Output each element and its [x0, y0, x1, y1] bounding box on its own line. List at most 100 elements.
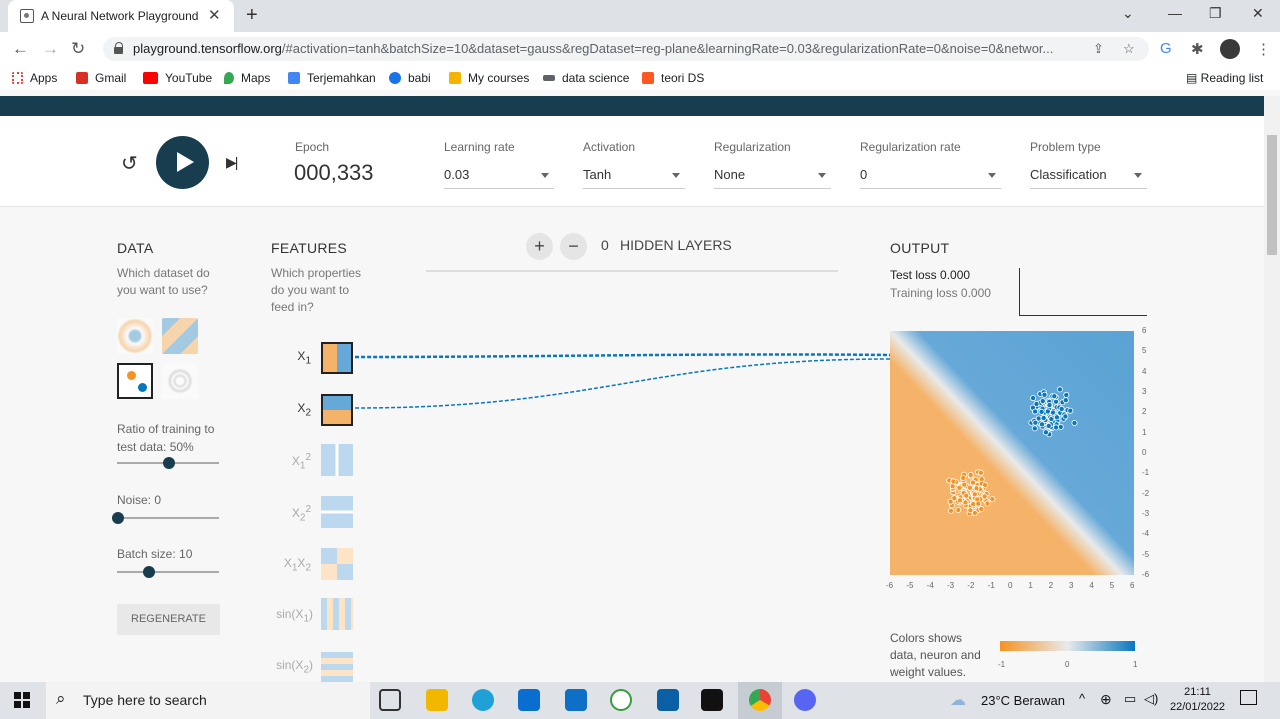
ratio-slider-knob[interactable]	[163, 457, 175, 469]
regularization-rate-select[interactable]: 0	[860, 167, 1001, 189]
data-point	[977, 469, 984, 476]
bookmark-apps[interactable]: Apps	[12, 71, 57, 85]
feature-sin-x1-node[interactable]	[321, 598, 353, 630]
activation-select[interactable]: Tanh	[583, 167, 685, 189]
noise-slider[interactable]	[117, 517, 219, 519]
weather-text[interactable]: 23°C Berawan	[981, 693, 1065, 708]
dataset-xor-icon[interactable]	[162, 318, 198, 354]
browser-tab[interactable]: A Neural Network Playground ✕	[8, 0, 234, 32]
volume-icon[interactable]: ◁)	[1144, 691, 1158, 707]
file-explorer-icon[interactable]	[426, 689, 448, 711]
batch-size-slider-knob[interactable]	[143, 566, 155, 578]
edge-icon[interactable]	[472, 689, 494, 711]
x-tick-label: -5	[906, 581, 914, 590]
clock[interactable]: 21:11 22/01/2022	[1170, 685, 1225, 715]
scrollbar-thumb[interactable]	[1267, 135, 1277, 255]
play-button[interactable]	[156, 136, 209, 189]
data-point	[971, 509, 978, 516]
batch-size-slider[interactable]	[117, 571, 219, 573]
notifications-icon[interactable]	[1240, 690, 1257, 705]
reading-list[interactable]: ▤ Reading list	[1186, 71, 1263, 85]
url-text[interactable]: playground.tensorflow.org/#activation=ta…	[133, 41, 1088, 56]
taskbar-search[interactable]: ⌕ Type here to search	[46, 682, 370, 719]
bookmark-gmail[interactable]: Gmail	[76, 71, 126, 85]
noise-slider-knob[interactable]	[112, 512, 124, 524]
extensions-puzzle-icon[interactable]: ✱	[1191, 40, 1204, 58]
discord-icon[interactable]	[794, 689, 816, 711]
search-icon: ⌕	[56, 689, 66, 708]
maximize-button[interactable]: ❐	[1209, 5, 1222, 22]
address-bar[interactable]: playground.tensorflow.org/#activation=ta…	[103, 37, 1149, 61]
bookmark-maps[interactable]: Maps	[224, 71, 270, 85]
dataset-gauss-icon[interactable]	[117, 363, 153, 399]
data-point	[961, 481, 968, 488]
regenerate-button[interactable]: REGENERATE	[117, 604, 220, 635]
store-icon[interactable]	[518, 689, 540, 711]
x-tick-label: -4	[926, 581, 934, 590]
chrome-icon[interactable]	[749, 689, 771, 711]
weight-link-x2[interactable]	[354, 358, 891, 409]
tab-favicon-icon	[20, 9, 34, 23]
menu-dots-icon[interactable]: ⋮	[1256, 40, 1271, 58]
profile-avatar[interactable]	[1220, 39, 1240, 59]
minimize-button[interactable]: —	[1168, 5, 1182, 21]
bookmark-youtube[interactable]: YouTube	[143, 71, 212, 85]
hidden-layer-count: 0	[601, 237, 609, 253]
bookmark-star-icon[interactable]: ☆	[1123, 41, 1135, 57]
new-tab-button[interactable]: +	[246, 4, 258, 27]
forward-arrow-icon[interactable]: →	[42, 39, 59, 59]
bookmark-teori-ds[interactable]: teori DS	[642, 71, 704, 85]
x-tick-label: 4	[1089, 581, 1094, 590]
tab-search-icon[interactable]: ⌄	[1122, 5, 1134, 22]
bookmark-babi[interactable]: babi	[389, 71, 431, 85]
dataset-spiral-icon[interactable]	[162, 363, 198, 399]
remove-layer-button[interactable]: −	[560, 233, 587, 260]
translate-extension-icon[interactable]: G	[1160, 40, 1172, 57]
feature-sin-x2-node[interactable]	[321, 652, 353, 682]
battery-icon[interactable]: ▭	[1124, 691, 1136, 707]
feature-x1x2-node[interactable]	[321, 548, 353, 580]
task-view-icon[interactable]	[379, 689, 401, 711]
batch-size-label: Batch size: 10	[117, 547, 193, 561]
dataset-circle-icon[interactable]	[117, 318, 153, 354]
problem-type-select[interactable]: Classification	[1030, 167, 1147, 189]
lock-icon[interactable]	[114, 42, 124, 55]
tray-chevron-icon[interactable]: ^	[1079, 691, 1085, 706]
color-scale-mid: 0	[1065, 660, 1070, 669]
share-icon[interactable]: ⇪	[1093, 41, 1104, 57]
weather-cloud-icon[interactable]: ☁	[950, 690, 966, 710]
add-layer-button[interactable]: +	[526, 233, 553, 260]
close-window-button[interactable]: ✕	[1252, 5, 1264, 22]
y-tick-label: 1	[1142, 427, 1147, 437]
feature-x2-squared-node[interactable]	[321, 496, 353, 528]
defender-icon[interactable]	[657, 689, 679, 711]
regularization-select[interactable]: None	[714, 167, 831, 189]
close-tab-icon[interactable]: ✕	[208, 6, 221, 24]
y-tick-label: -1	[1142, 468, 1150, 478]
network-icon[interactable]: ⊕	[1100, 691, 1112, 708]
feature-x1-label: X1	[297, 349, 311, 367]
data-point	[978, 506, 985, 513]
y-tick-label: 0	[1142, 448, 1147, 457]
tab-title: A Neural Network Playground	[41, 9, 199, 23]
terminal-icon[interactable]	[701, 689, 723, 711]
weight-link-x1[interactable]	[354, 353, 891, 359]
bookmark-my-courses[interactable]: My courses	[449, 71, 529, 85]
hidden-layers-label: HIDDEN LAYERS	[620, 237, 732, 253]
feature-x2-node[interactable]	[321, 394, 353, 426]
step-icon[interactable]: ▶|	[226, 154, 238, 171]
reset-icon[interactable]: ↺	[121, 151, 138, 176]
windows-start-icon[interactable]	[14, 692, 30, 708]
folder-icon	[543, 75, 555, 81]
feature-x1-squared-node[interactable]	[321, 444, 353, 476]
x-tick-label: 3	[1069, 581, 1074, 590]
reload-icon[interactable]: ↻	[71, 39, 85, 59]
feature-x1-node[interactable]	[321, 342, 353, 374]
back-arrow-icon[interactable]: ←	[12, 39, 29, 59]
learning-rate-select[interactable]: 0.03	[444, 167, 554, 189]
bookmark-data-science[interactable]: data science	[543, 71, 629, 85]
mail-icon[interactable]	[565, 689, 587, 711]
bookmark-terjemahkan[interactable]: Terjemahkan	[288, 71, 376, 85]
upwork-icon[interactable]	[610, 689, 632, 711]
noise-label: Noise: 0	[117, 493, 162, 507]
